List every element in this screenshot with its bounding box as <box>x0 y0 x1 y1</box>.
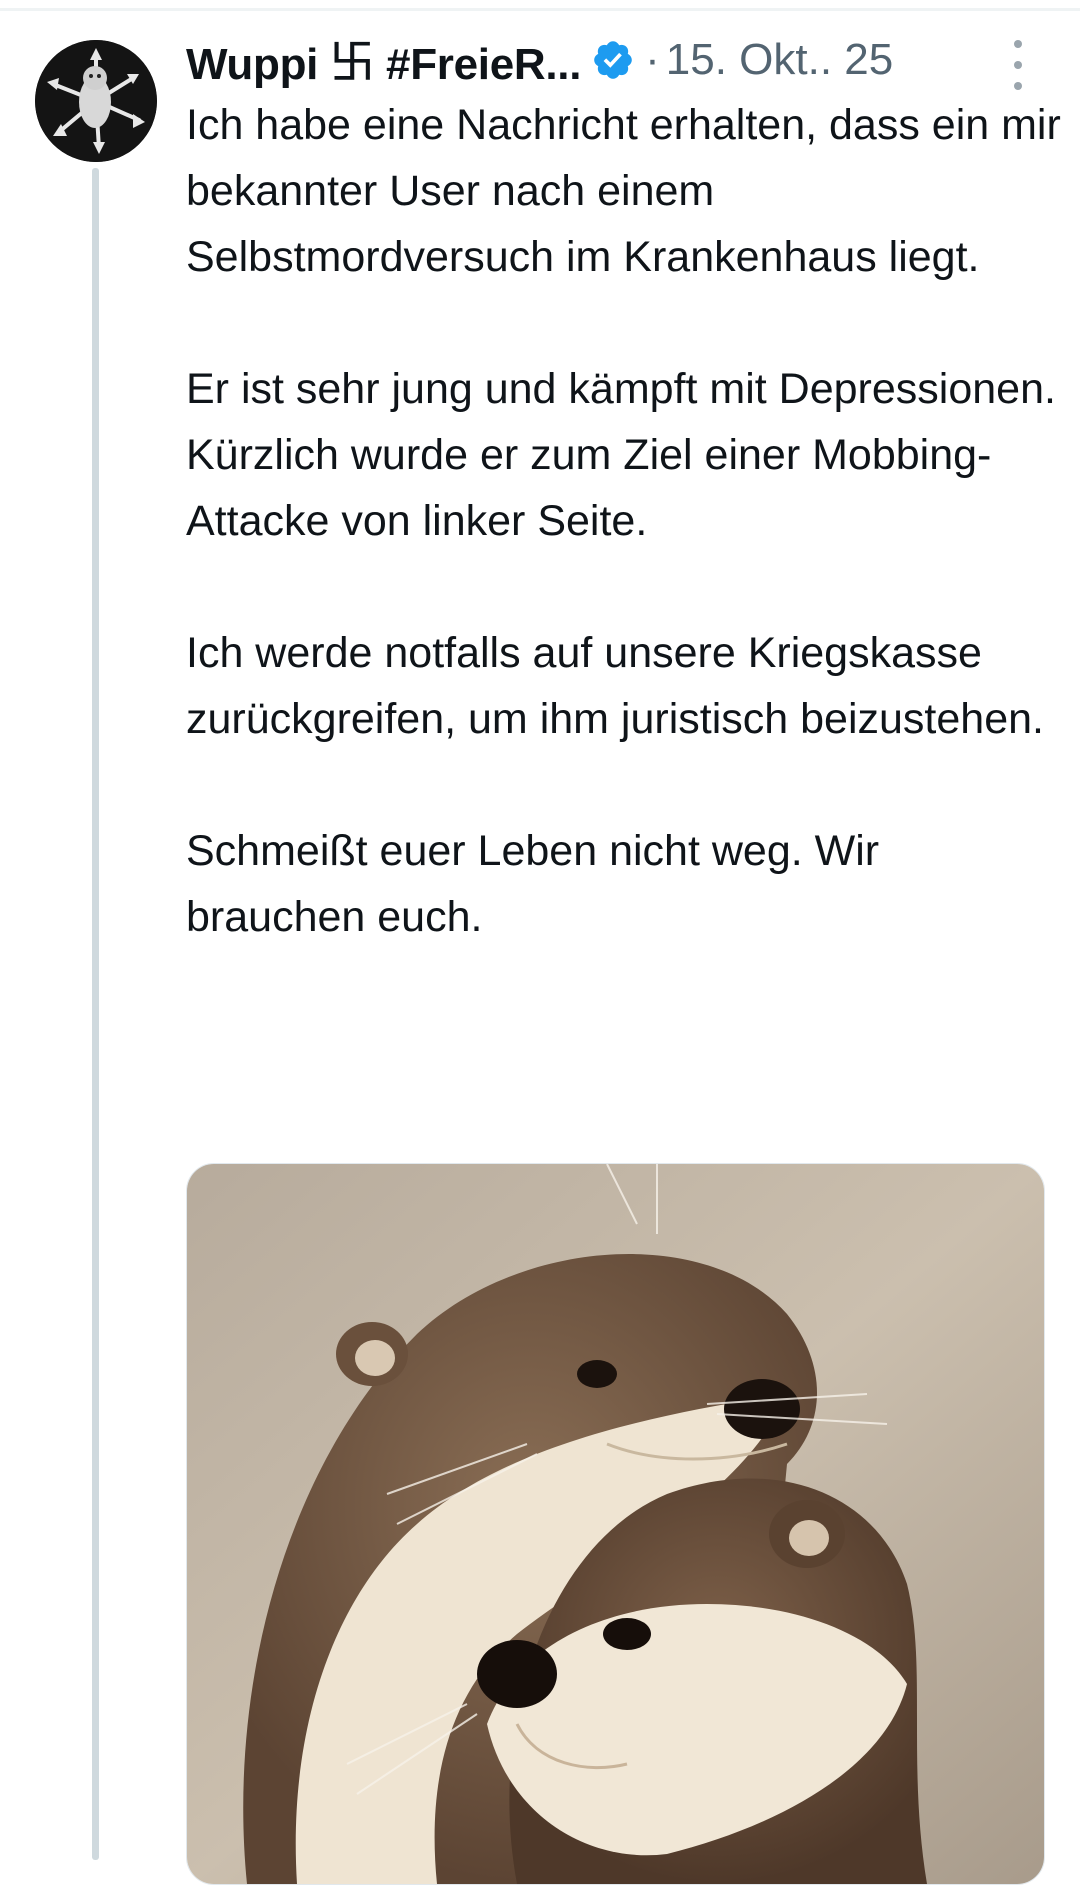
more-dot <box>1014 40 1022 48</box>
more-dot <box>1014 82 1022 90</box>
avatar[interactable] <box>35 40 157 162</box>
tweet-text: Ich habe eine Nachricht erhalten, dass e… <box>186 92 1066 950</box>
tweet-paragraph: Ich habe eine Nachricht erhalten, dass e… <box>186 101 1061 281</box>
tweet-paragraph: Schmeißt euer Leben nicht weg. Wir brauc… <box>186 827 880 941</box>
tweet-paragraph: Ich werde notfalls auf unsere Kriegskass… <box>186 629 1044 743</box>
tweet-media-image[interactable] <box>186 1163 1045 1885</box>
verified-badge-icon <box>591 38 635 82</box>
tweet-header: Wuppi ࿕ #FreieR... · 15. Okt.. 25 <box>186 28 1066 92</box>
thread-line <box>92 168 99 1860</box>
tweet-paragraph: Er ist sehr jung und kämpft mit Depressi… <box>186 365 1056 545</box>
tweet-date[interactable]: 15. Okt.. 25 <box>666 35 893 85</box>
otter-photo-icon <box>187 1164 1044 1884</box>
avatar-image <box>35 40 157 162</box>
tweet[interactable]: Wuppi ࿕ #FreieR... · 15. Okt.. 25 Ich ha… <box>0 0 1080 1885</box>
more-options-icon[interactable] <box>1003 40 1033 90</box>
display-name[interactable]: Wuppi ࿕ #FreieR... <box>186 26 581 95</box>
more-dot <box>1014 61 1022 69</box>
separator-dot: · <box>645 35 660 84</box>
